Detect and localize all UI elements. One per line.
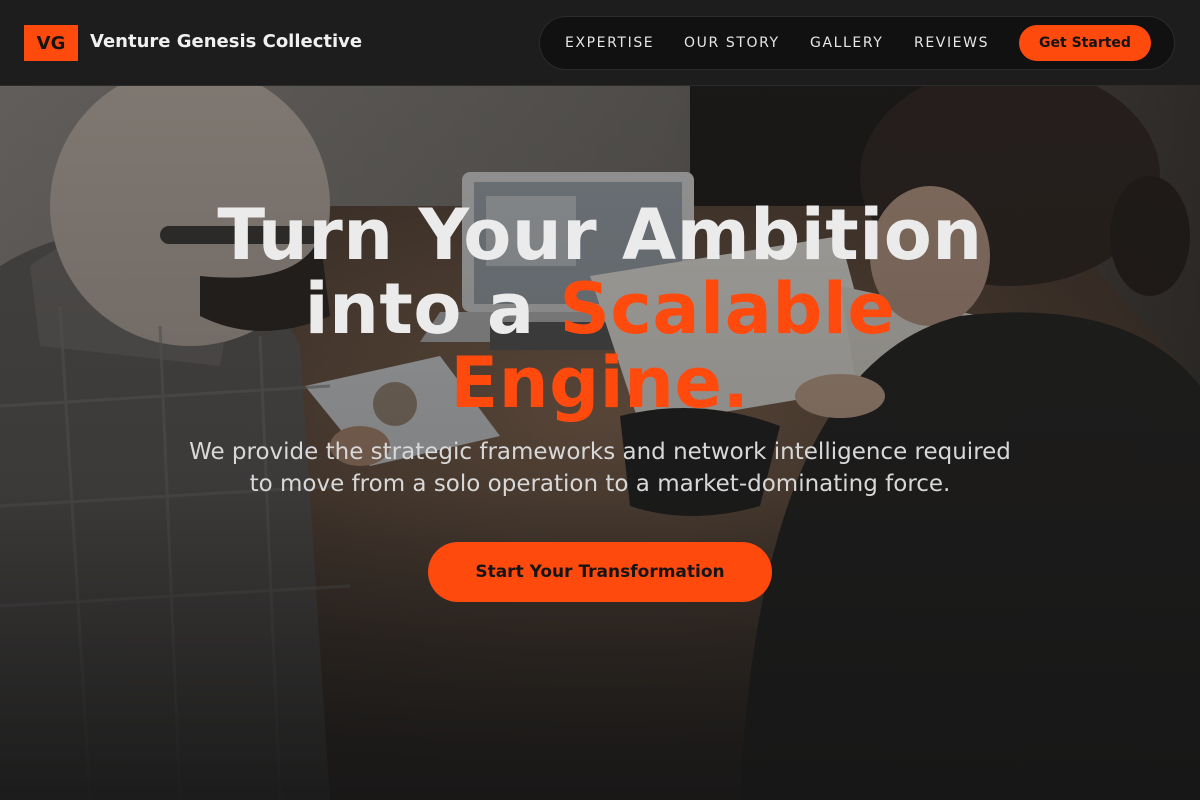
hero-subtitle: We provide the strategic frameworks and … <box>150 436 1050 500</box>
brand-name[interactable]: Venture Genesis Collective <box>90 31 362 52</box>
hero-title-line2: into a <box>304 268 560 350</box>
hero-title-accent: Scalable <box>559 268 896 350</box>
start-transformation-button[interactable]: Start Your Transformation <box>428 542 772 602</box>
nav-link-our-story[interactable]: OUR STORY <box>684 35 780 51</box>
hero-subtitle-line2: to move from a solo operation to a marke… <box>249 471 951 497</box>
hero-subtitle-line1: We provide the strategic frameworks and … <box>189 439 1011 465</box>
nav-link-gallery[interactable]: GALLERY <box>810 35 883 51</box>
main-nav: EXPERTISE OUR STORY GALLERY REVIEWS Get … <box>539 16 1175 70</box>
hero-title: Turn Your Ambition into a Scalable Engin… <box>100 198 1100 420</box>
nav-link-expertise[interactable]: EXPERTISE <box>565 35 654 51</box>
hero-section: Turn Your Ambition into a Scalable Engin… <box>0 86 1200 800</box>
site-header: VG Venture Genesis Collective EXPERTISE … <box>0 0 1200 86</box>
hero-title-accent-line3: Engine. <box>450 342 750 424</box>
hero-title-line1: Turn Your Ambition <box>217 194 983 276</box>
nav-link-reviews[interactable]: REVIEWS <box>914 35 989 51</box>
get-started-button[interactable]: Get Started <box>1019 25 1151 61</box>
logo-mark[interactable]: VG <box>24 25 78 61</box>
